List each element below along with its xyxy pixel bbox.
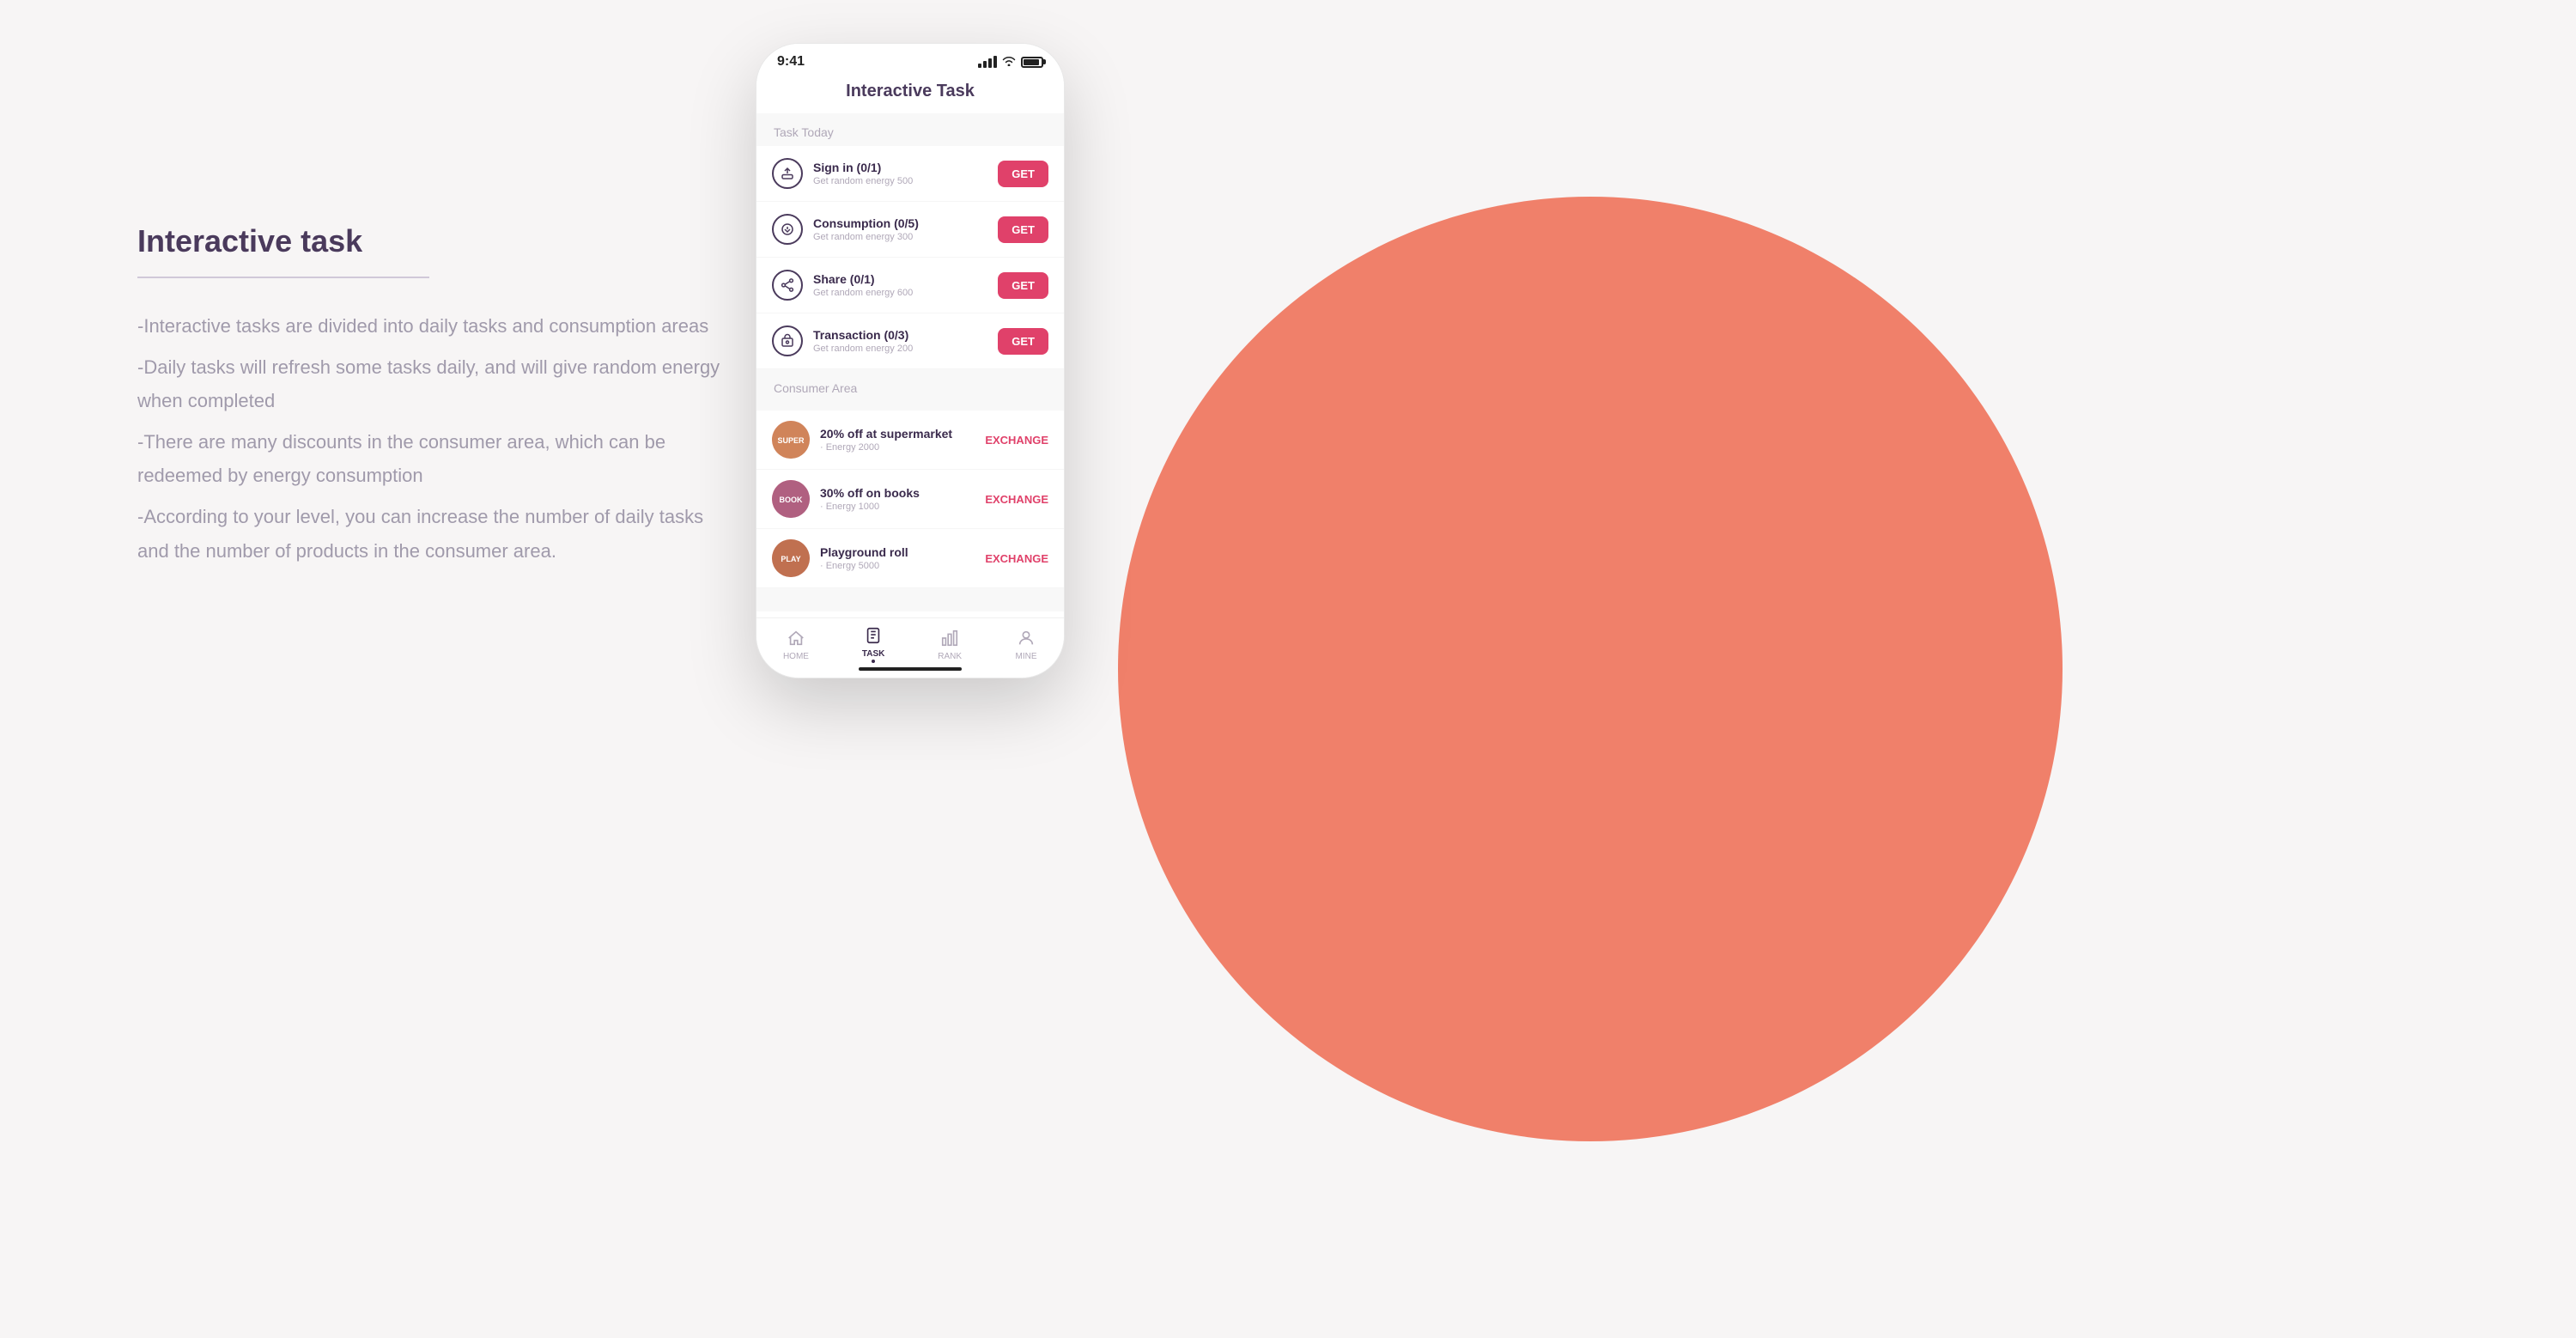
nav-label-task: TASK — [862, 649, 884, 659]
status-icons — [978, 55, 1043, 69]
nav-item-mine[interactable]: MINE — [1015, 627, 1037, 661]
signin-icon — [772, 158, 803, 189]
share-icon — [772, 270, 803, 301]
consumer-item-playground: PLAY Playground roll · Energy 5000 EXCHA… — [756, 529, 1064, 588]
playground-energy: · Energy 5000 — [820, 561, 975, 571]
signin-get-button[interactable]: GET — [998, 161, 1048, 187]
task-item-transaction: Transaction (0/3) Get random energy 200 … — [756, 313, 1064, 369]
phone-mockup: 9:41 Interactive Task — [756, 43, 1065, 678]
transaction-icon — [772, 325, 803, 356]
supermarket-exchange-button[interactable]: EXCHANGE — [985, 434, 1048, 447]
signal-icon — [978, 56, 997, 68]
signin-name: Sign in (0/1) — [813, 161, 987, 174]
nav-item-task[interactable]: TASK — [862, 624, 884, 663]
task-section-label: Task Today — [756, 113, 1064, 146]
consumer-item-supermarket: SUPER 20% off at supermarket · Energy 20… — [756, 411, 1064, 470]
rank-icon — [939, 627, 961, 649]
share-info: Share (0/1) Get random energy 600 — [813, 272, 987, 298]
consumption-name: Consumption (0/5) — [813, 216, 987, 230]
consumer-section-label: Consumer Area — [756, 369, 1064, 402]
nav-label-rank: RANK — [938, 652, 962, 661]
svg-text:BOOK: BOOK — [780, 496, 804, 504]
task-list: Sign in (0/1) Get random energy 500 GET — [756, 146, 1064, 369]
transaction-name: Transaction (0/3) — [813, 328, 987, 342]
signin-info: Sign in (0/1) Get random energy 500 — [813, 161, 987, 186]
phone-frame: 9:41 Interactive Task — [756, 43, 1065, 678]
mine-icon — [1015, 627, 1037, 649]
playground-exchange-button[interactable]: EXCHANGE — [985, 552, 1048, 565]
svg-text:PLAY: PLAY — [781, 555, 800, 563]
task-item-consumption: Consumption (0/5) Get random energy 300 … — [756, 202, 1064, 258]
task-item-share: Share (0/1) Get random energy 600 GET — [756, 258, 1064, 313]
task-icon — [862, 624, 884, 647]
left-description: -Interactive tasks are divided into dail… — [137, 309, 738, 568]
home-icon — [785, 627, 807, 649]
supermarket-thumb: SUPER — [772, 421, 810, 459]
playground-thumb: PLAY — [772, 539, 810, 577]
consumption-info: Consumption (0/5) Get random energy 300 — [813, 216, 987, 242]
app-header: Interactive Task — [756, 75, 1064, 113]
left-title: Interactive task — [137, 223, 738, 259]
desc-line-1: -Interactive tasks are divided into dail… — [137, 309, 738, 344]
nav-item-home[interactable]: HOME — [783, 627, 809, 661]
share-desc: Get random energy 600 — [813, 288, 987, 298]
left-panel: Interactive task -Interactive tasks are … — [137, 223, 738, 568]
share-get-button[interactable]: GET — [998, 272, 1048, 299]
books-name: 30% off on books — [820, 486, 975, 500]
battery-icon — [1021, 57, 1043, 68]
svg-text:SUPER: SUPER — [777, 436, 805, 445]
consumption-get-button[interactable]: GET — [998, 216, 1048, 243]
signin-desc: Get random energy 500 — [813, 176, 987, 186]
transaction-desc: Get random energy 200 — [813, 344, 987, 354]
share-name: Share (0/1) — [813, 272, 987, 286]
supermarket-info: 20% off at supermarket · Energy 2000 — [820, 427, 975, 453]
transaction-info: Transaction (0/3) Get random energy 200 — [813, 328, 987, 354]
task-item-signin: Sign in (0/1) Get random energy 500 GET — [756, 146, 1064, 202]
supermarket-energy: · Energy 2000 — [820, 442, 975, 453]
desc-line-2: -Daily tasks will refresh some tasks dai… — [137, 350, 738, 418]
status-bar: 9:41 — [756, 44, 1064, 75]
books-thumb: BOOK — [772, 480, 810, 518]
wifi-icon — [1002, 55, 1016, 69]
consumption-desc: Get random energy 300 — [813, 232, 987, 242]
left-divider — [137, 277, 429, 278]
consumption-icon — [772, 214, 803, 245]
playground-info: Playground roll · Energy 5000 — [820, 545, 975, 571]
home-indicator — [859, 667, 962, 671]
books-exchange-button[interactable]: EXCHANGE — [985, 493, 1048, 506]
nav-item-rank[interactable]: RANK — [938, 627, 962, 661]
app-title: Interactive Task — [846, 82, 975, 100]
consumer-list: SUPER 20% off at supermarket · Energy 20… — [756, 411, 1064, 588]
playground-name: Playground roll — [820, 545, 975, 559]
background-circle — [1118, 197, 2063, 1141]
nav-label-home: HOME — [783, 652, 809, 661]
transaction-get-button[interactable]: GET — [998, 328, 1048, 355]
books-info: 30% off on books · Energy 1000 — [820, 486, 975, 512]
nav-label-mine: MINE — [1016, 652, 1037, 661]
desc-line-4: -According to your level, you can increa… — [137, 500, 738, 568]
desc-line-3: -There are many discounts in the consume… — [137, 425, 738, 493]
status-time: 9:41 — [777, 54, 805, 70]
books-energy: · Energy 1000 — [820, 502, 975, 512]
nav-active-dot-task — [872, 660, 875, 663]
app-content[interactable]: Task Today Sign in (0/1) Get random ener… — [756, 113, 1064, 611]
supermarket-name: 20% off at supermarket — [820, 427, 975, 441]
consumer-item-books: BOOK 30% off on books · Energy 1000 EXCH… — [756, 470, 1064, 529]
